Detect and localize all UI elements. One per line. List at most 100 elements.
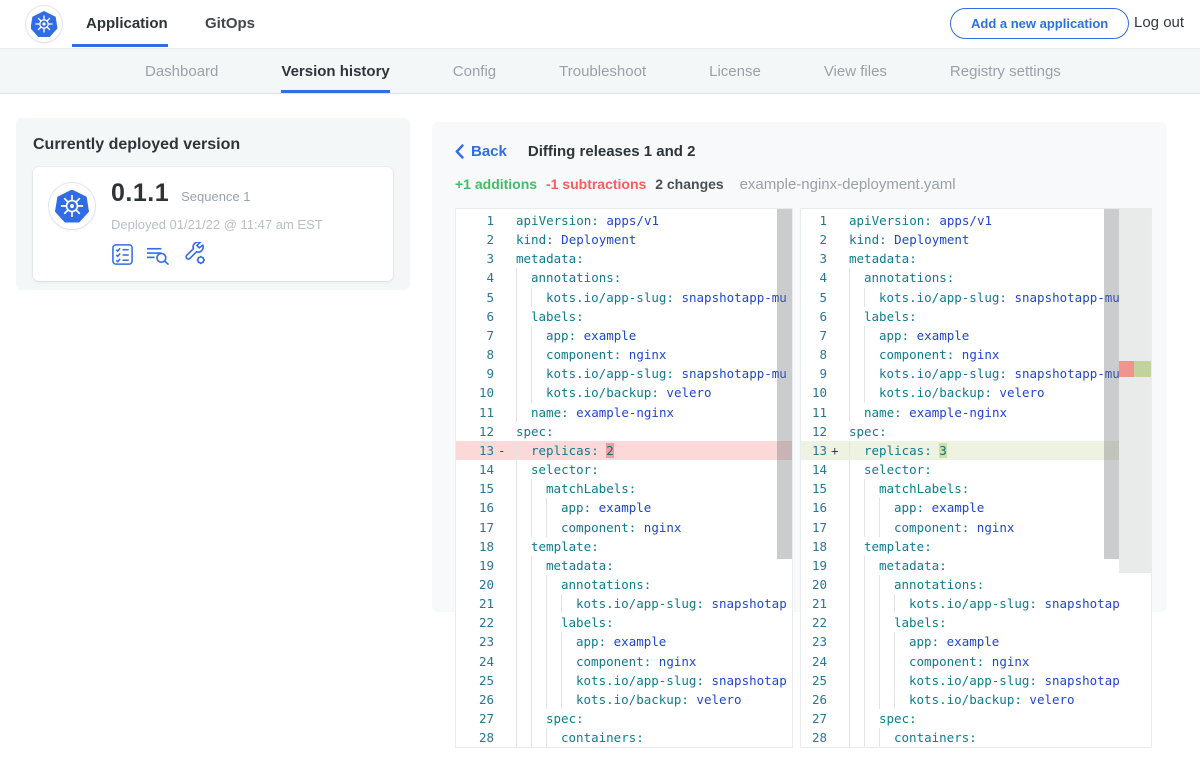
code-rows-left: 1apiVersion: apps/v12kind: Deployment3me… xyxy=(456,211,792,747)
code-line: 22labels: xyxy=(801,613,1151,632)
deploy-logs-icon[interactable] xyxy=(145,243,172,266)
code-line: 14selector: xyxy=(801,460,1151,479)
code-line: 24component: nginx xyxy=(801,652,1151,671)
diff-stats: +1 additions -1 subtractions 2 changes e… xyxy=(455,176,956,193)
code-line: 23app: example xyxy=(801,632,1151,651)
code-line: 11name: example-nginx xyxy=(456,403,792,422)
code-line: 13-replicas: 2 xyxy=(456,441,792,460)
code-line: 1apiVersion: apps/v1 xyxy=(456,211,792,230)
diff-editors: 1apiVersion: apps/v12kind: Deployment3me… xyxy=(455,208,1152,748)
code-line: 2kind: Deployment xyxy=(801,230,1151,249)
diff-filename: example-nginx-deployment.yaml xyxy=(740,176,956,193)
code-line: 6labels: xyxy=(801,307,1151,326)
ruler-deletion-marker xyxy=(1119,361,1134,377)
code-line: 3metadata: xyxy=(801,249,1151,268)
code-line: 23app: example xyxy=(456,632,792,651)
currently-deployed-title: Currently deployed version xyxy=(33,136,393,154)
subnav-item-config[interactable]: Config xyxy=(453,49,496,93)
code-rows-right: 1apiVersion: apps/v12kind: Deployment3me… xyxy=(801,211,1151,747)
sequence-label: Sequence 1 xyxy=(181,189,250,204)
code-line: 15matchLabels: xyxy=(801,479,1151,498)
active-tab-underline xyxy=(72,44,168,47)
code-line: 6labels: xyxy=(456,307,792,326)
code-line: 25kots.io/app-slug: snapshotap xyxy=(456,671,792,690)
code-line: 27spec: xyxy=(801,709,1151,728)
kubernetes-logo xyxy=(26,6,62,42)
deployed-version-card: 0.1.1 Sequence 1 Deployed 01/21/22 @ 11:… xyxy=(33,167,393,281)
config-icon[interactable] xyxy=(183,242,207,266)
code-line: 16app: example xyxy=(456,498,792,517)
code-line: 4annotations: xyxy=(456,268,792,287)
code-line: 19metadata: xyxy=(456,556,792,575)
chevron-left-icon xyxy=(455,144,464,159)
code-line: 28containers: xyxy=(456,728,792,747)
code-line: 11name: example-nginx xyxy=(801,403,1151,422)
ship-wheel-icon xyxy=(59,193,85,219)
app-sub-nav: Dashboard Version history Config Trouble… xyxy=(0,48,1200,94)
code-line: 12spec: xyxy=(456,422,792,441)
preflight-checks-icon[interactable] xyxy=(111,243,134,266)
scrollbar-thumb-right[interactable] xyxy=(1104,209,1119,559)
code-line: 22labels: xyxy=(456,613,792,632)
subnav-item-registry-settings[interactable]: Registry settings xyxy=(950,49,1061,93)
code-line: 26kots.io/backup: velero xyxy=(456,690,792,709)
diff-pane-right[interactable]: 1apiVersion: apps/v12kind: Deployment3me… xyxy=(800,208,1152,748)
code-line: 13+replicas: 3 xyxy=(801,441,1151,460)
additions-count: +1 additions xyxy=(455,176,537,192)
deployed-timestamp: Deployed 01/21/22 @ 11:47 am EST xyxy=(111,217,323,232)
code-line: 15matchLabels: xyxy=(456,479,792,498)
diff-title: Diffing releases 1 and 2 xyxy=(528,143,696,160)
subtractions-count: -1 subtractions xyxy=(546,176,646,192)
code-line: 18template: xyxy=(801,537,1151,556)
code-line: 27spec: xyxy=(456,709,792,728)
code-line: 24component: nginx xyxy=(456,652,792,671)
scrollbar-thumb-left[interactable] xyxy=(777,209,792,559)
ship-wheel-icon xyxy=(34,14,54,34)
code-line: 21kots.io/app-slug: snapshotap xyxy=(456,594,792,613)
kubernetes-heptagon-icon xyxy=(55,190,89,223)
code-line: 5kots.io/app-slug: snapshotapp-mu xyxy=(456,288,792,307)
code-line: 7app: example xyxy=(801,326,1151,345)
app-icon xyxy=(49,183,95,229)
code-line: 20annotations: xyxy=(456,575,792,594)
changes-count: 2 changes xyxy=(655,176,723,192)
subnav-item-dashboard[interactable]: Dashboard xyxy=(145,49,218,93)
code-line: 21kots.io/app-slug: snapshotap xyxy=(801,594,1151,613)
code-line: 28containers: xyxy=(801,728,1151,747)
code-line: 12spec: xyxy=(801,422,1151,441)
add-new-application-button[interactable]: Add a new application xyxy=(950,8,1129,39)
code-line: 25kots.io/app-slug: snapshotap xyxy=(801,671,1151,690)
version-number: 0.1.1 xyxy=(111,179,169,208)
subnav-item-troubleshoot[interactable]: Troubleshoot xyxy=(559,49,646,93)
code-line: 17component: nginx xyxy=(456,518,792,537)
code-line: 10kots.io/backup: velero xyxy=(456,383,792,402)
tab-gitops[interactable]: GitOps xyxy=(205,15,255,32)
code-line: 18template: xyxy=(456,537,792,556)
code-line: 26kots.io/backup: velero xyxy=(801,690,1151,709)
code-line: 4annotations: xyxy=(801,268,1151,287)
back-button[interactable]: Back xyxy=(455,143,507,160)
code-line: 16app: example xyxy=(801,498,1151,517)
code-line: 14selector: xyxy=(456,460,792,479)
code-line: 19metadata: xyxy=(801,556,1151,575)
code-line: 5kots.io/app-slug: snapshotapp-mu xyxy=(801,288,1151,307)
top-nav: Application GitOps Add a new application… xyxy=(0,0,1200,48)
code-line: 17component: nginx xyxy=(801,518,1151,537)
code-line: 7app: example xyxy=(456,326,792,345)
back-label: Back xyxy=(471,143,507,160)
code-line: 2kind: Deployment xyxy=(456,230,792,249)
code-line: 10kots.io/backup: velero xyxy=(801,383,1151,402)
diff-pane-left[interactable]: 1apiVersion: apps/v12kind: Deployment3me… xyxy=(455,208,793,748)
kubernetes-heptagon-icon xyxy=(31,11,58,37)
code-line: 1apiVersion: apps/v1 xyxy=(801,211,1151,230)
code-line: 20annotations: xyxy=(801,575,1151,594)
subnav-item-license[interactable]: License xyxy=(709,49,761,93)
code-line: 9kots.io/app-slug: snapshotapp-mu xyxy=(801,364,1151,383)
subnav-item-version-history[interactable]: Version history xyxy=(281,49,389,93)
tab-application[interactable]: Application xyxy=(86,15,168,32)
code-line: 9kots.io/app-slug: snapshotapp-mu xyxy=(456,364,792,383)
diff-card: Back Diffing releases 1 and 2 +1 additio… xyxy=(432,122,1167,612)
code-line: 3metadata: xyxy=(456,249,792,268)
logout-link[interactable]: Log out xyxy=(1134,14,1184,31)
subnav-item-view-files[interactable]: View files xyxy=(824,49,887,93)
